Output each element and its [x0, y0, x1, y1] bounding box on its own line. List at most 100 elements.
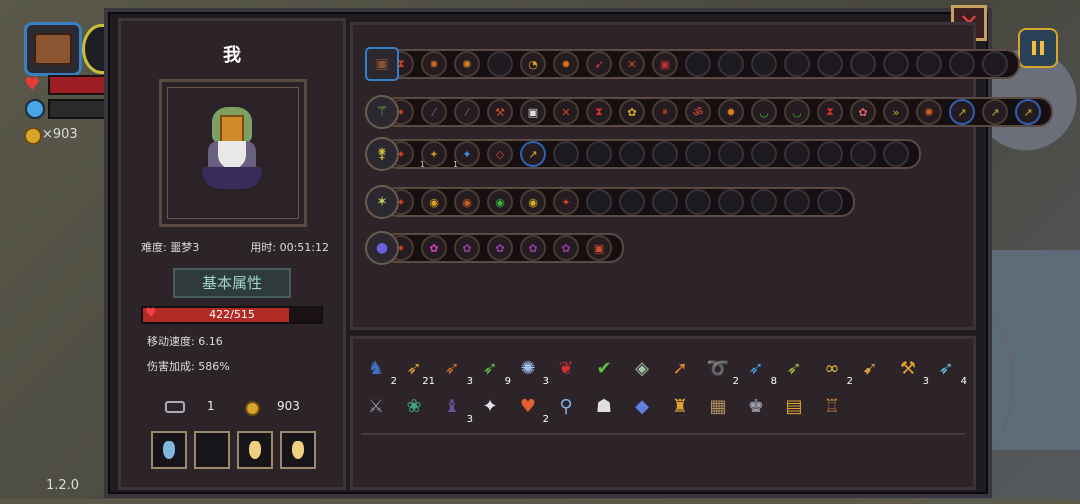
inventory-item-icon[interactable]: ❀ — [401, 393, 427, 419]
rune-gem-icon[interactable]: ◇ — [487, 141, 513, 167]
rune-gem-icon[interactable]: ▣ — [586, 235, 612, 261]
rune-gem-icon[interactable]: ✺ — [454, 51, 480, 77]
inventory-item-icon[interactable]: ❦ — [553, 355, 579, 381]
rune-gem-icon[interactable]: ✕ — [553, 99, 579, 125]
rune-gem-icon[interactable]: ✦1 — [420, 141, 447, 169]
inventory-item-icon[interactable]: ∞ 2 — [819, 355, 854, 388]
rune-gem-icon[interactable]: ✿ — [850, 99, 876, 125]
empty-rune-slot[interactable] — [784, 51, 810, 77]
rune-gem-icon[interactable]: ✿ — [421, 235, 447, 261]
empty-rune-slot[interactable] — [685, 141, 711, 167]
empty-rune-slot[interactable] — [817, 141, 843, 167]
empty-rune-slot[interactable] — [916, 51, 942, 77]
chest-icon[interactable]: ▣ — [365, 47, 399, 81]
inventory-item-icon[interactable]: ➶ 8 — [743, 355, 777, 388]
inventory-item-icon[interactable]: ⚲ — [553, 393, 579, 419]
inventory-item-icon[interactable]: ⚒ 3 — [895, 355, 929, 388]
inventory-item-icon[interactable]: ➶ 4 — [933, 355, 967, 388]
rune-gem-icon[interactable]: » — [883, 99, 909, 125]
rune-gem-icon[interactable]: ◉ — [520, 189, 546, 215]
rune-gem-icon[interactable]: ✺ — [916, 99, 942, 125]
rune-gem-icon[interactable]: ↗ — [982, 99, 1008, 125]
inventory-item-icon[interactable]: ◈ — [629, 355, 655, 381]
empty-rune-slot[interactable] — [553, 141, 579, 167]
inventory-item-icon[interactable]: ➶ 9 — [477, 355, 511, 388]
empty-rune-slot[interactable] — [817, 189, 843, 215]
rune-gem-icon[interactable]: ✿ — [619, 99, 645, 125]
inventory-item-icon[interactable]: ▦ — [705, 393, 731, 419]
rune-gem-icon[interactable]: ✸ — [421, 51, 447, 77]
inventory-item-icon[interactable]: ✔ — [591, 355, 617, 381]
rune-gem-icon[interactable]: ↗ — [1015, 99, 1041, 125]
potion-slot[interactable] — [194, 431, 230, 469]
empty-rune-slot[interactable] — [685, 189, 711, 215]
empty-rune-slot[interactable] — [883, 141, 909, 167]
inventory-item-icon[interactable]: ✺ 3 — [515, 355, 549, 388]
scepter-icon[interactable]: ⚵ — [365, 137, 399, 171]
rune-gem-icon[interactable]: ✕ — [619, 51, 645, 77]
pause-button[interactable] — [1018, 28, 1058, 68]
rune-gem-icon[interactable]: ↗ — [949, 99, 975, 125]
empty-rune-slot[interactable] — [487, 51, 513, 77]
rune-gem-icon[interactable]: ✿ — [520, 235, 546, 261]
inventory-item-icon[interactable]: ♖ — [819, 393, 845, 419]
empty-rune-slot[interactable] — [718, 51, 744, 77]
rune-gem-icon[interactable]: ↗ — [520, 141, 546, 167]
potion-slot[interactable] — [237, 431, 273, 469]
rune-gem-icon[interactable]: ॐ — [685, 99, 711, 125]
rune-gem-icon[interactable]: ✦ — [553, 189, 579, 215]
empty-rune-slot[interactable] — [586, 141, 612, 167]
inventory-item-icon[interactable]: ♜ — [667, 393, 693, 419]
inventory-item-icon[interactable]: ➶ 21 — [401, 355, 435, 388]
rune-gem-icon[interactable]: ✿ — [553, 235, 579, 261]
inventory-item-icon[interactable]: ➹ — [857, 355, 883, 381]
rune-gem-icon[interactable]: ◔ — [520, 51, 546, 77]
empty-rune-slot[interactable] — [718, 189, 744, 215]
inventory-item-icon[interactable]: ♚ — [743, 393, 769, 419]
rune-gem-icon[interactable]: ✿ — [454, 235, 480, 261]
inventory-chest-button[interactable] — [24, 22, 82, 76]
rune-gem-icon[interactable]: ▣ — [520, 99, 546, 125]
empty-rune-slot[interactable] — [652, 141, 678, 167]
empty-rune-slot[interactable] — [619, 141, 645, 167]
inventory-item-icon[interactable]: ➰ 2 — [705, 355, 739, 388]
rune-gem-icon[interactable]: ✿ — [487, 235, 513, 261]
rune-gem-icon[interactable]: ⚒ — [487, 99, 513, 125]
inventory-item-icon[interactable]: ♥ 2 — [515, 393, 549, 426]
inventory-item-icon[interactable]: ➶ — [781, 355, 807, 381]
empty-rune-slot[interactable] — [751, 141, 777, 167]
rune-gem-icon[interactable]: ◉ — [454, 189, 480, 215]
empty-rune-slot[interactable] — [817, 51, 843, 77]
rune-gem-icon[interactable]: ⧗ — [586, 99, 612, 125]
empty-rune-slot[interactable] — [652, 189, 678, 215]
empty-rune-slot[interactable] — [784, 141, 810, 167]
empty-rune-slot[interactable] — [586, 189, 612, 215]
rune-gem-icon[interactable]: ◡ — [784, 99, 810, 125]
basic-attributes-tab[interactable]: 基本属性 — [173, 268, 291, 298]
empty-rune-slot[interactable] — [751, 189, 777, 215]
orb-icon[interactable]: ● — [365, 231, 399, 265]
inventory-item-icon[interactable]: ▤ — [781, 393, 807, 419]
inventory-item-icon[interactable]: ➚ — [667, 355, 693, 381]
empty-rune-slot[interactable] — [982, 51, 1008, 77]
rune-gem-icon[interactable]: ◡ — [751, 99, 777, 125]
empty-rune-slot[interactable] — [718, 141, 744, 167]
rune-gem-icon[interactable]: ▣ — [652, 51, 678, 77]
empty-rune-slot[interactable] — [784, 189, 810, 215]
rune-gem-icon[interactable]: ◉ — [487, 189, 513, 215]
potion-slot[interactable] — [151, 431, 187, 469]
inventory-item-icon[interactable]: ⚔ — [363, 393, 389, 419]
inventory-item-icon[interactable]: ♝ 3 — [439, 393, 473, 426]
empty-rune-slot[interactable] — [883, 51, 909, 77]
rune-gem-icon[interactable]: ⏸ — [652, 99, 678, 125]
rune-gem-icon[interactable]: ⁄ — [454, 99, 480, 125]
empty-rune-slot[interactable] — [850, 141, 876, 167]
empty-rune-slot[interactable] — [850, 51, 876, 77]
empty-rune-slot[interactable] — [685, 51, 711, 77]
rune-gem-icon[interactable]: ⧗ — [817, 99, 843, 125]
rune-gem-icon[interactable]: ⁄ — [421, 99, 447, 125]
rune-gem-icon[interactable]: ✦1 — [453, 141, 480, 169]
rune-gem-icon[interactable]: ✹ — [553, 51, 579, 77]
empty-rune-slot[interactable] — [619, 189, 645, 215]
inventory-item-icon[interactable]: ☗ — [591, 393, 617, 419]
